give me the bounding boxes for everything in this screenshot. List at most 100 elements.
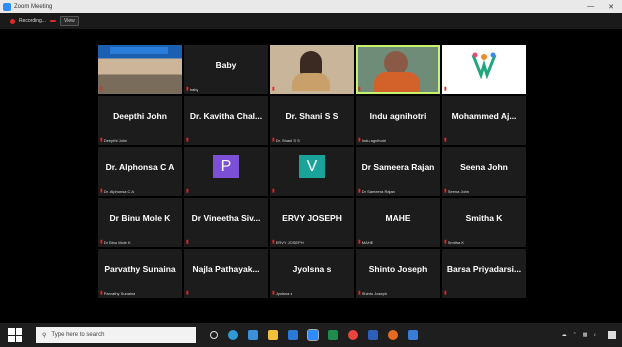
minimize-button[interactable]: — [587, 3, 594, 11]
participant-name: Baby [215, 60, 237, 70]
video-feed [110, 47, 168, 54]
participant-tile[interactable]: Seena John ▮ Seena John [442, 147, 526, 196]
participant-tile[interactable]: Dr. Kavitha Chal... ▮ [184, 96, 268, 145]
participant-tile[interactable]: ▮ [98, 45, 182, 94]
participant-tile[interactable]: Jyolsna s ▮ Jyolsna s [270, 249, 354, 298]
network-icon[interactable]: ▩ [583, 332, 588, 338]
participant-nametag: ▮ [186, 188, 190, 194]
muted-mic-icon: ▮ [272, 188, 275, 194]
participant-tile[interactable]: MAHE ▮ MAHE [356, 198, 440, 247]
participant-nametag: ▮ Shinto Joseph [358, 290, 387, 296]
participant-nametag: ▮ MAHE [358, 239, 373, 245]
participant-nametag: ▮ Dr Sameera Rajan [358, 188, 395, 194]
participant-name: Seena John [460, 162, 508, 172]
muted-mic-icon: ▮ [186, 290, 189, 296]
participant-tag-label: baby [189, 86, 199, 92]
task-view-icon[interactable] [210, 331, 218, 339]
zoom-taskbar-icon[interactable] [307, 329, 319, 341]
file-explorer-icon[interactable] [268, 330, 278, 340]
status-badge[interactable] [49, 20, 56, 22]
muted-mic-icon: ▮ [100, 239, 103, 245]
participant-nametag: ▮ [358, 86, 362, 92]
word-icon[interactable] [368, 330, 378, 340]
participant-name: Najla Pathayak... [192, 264, 260, 274]
organization-logo-icon [471, 52, 497, 79]
photos-icon[interactable] [408, 330, 418, 340]
search-icon: ⚲ [42, 332, 47, 339]
participant-nametag: ▮ Dr. Shani S S [272, 137, 300, 143]
muted-mic-icon: ▮ [186, 188, 189, 194]
participant-tile[interactable]: Mohammed Aj... ▮ [442, 96, 526, 145]
participant-tile[interactable]: Smitha K ▮ Smitha K [442, 198, 526, 247]
mail-icon[interactable] [288, 330, 298, 340]
windows-taskbar: ⚲ Type here to search ☁ ⌃ ▩ ♪ [0, 323, 622, 347]
avatar: V [299, 155, 325, 178]
participant-tile[interactable]: ERVY JOSEPH ▮ ERVY JOSEPH [270, 198, 354, 247]
participant-tile[interactable]: Dr Vineetha Siv... ▮ [184, 198, 268, 247]
muted-mic-icon: ▮ [272, 239, 275, 245]
muted-mic-icon: ▮ [444, 239, 447, 245]
participant-tile[interactable]: Shinto Joseph ▮ Shinto Joseph [356, 249, 440, 298]
participant-name: MAHE [385, 213, 411, 223]
edge-icon[interactable] [228, 330, 238, 340]
windows-start-icon[interactable] [8, 328, 22, 342]
participant-tile[interactable]: Dr Binu Mole K ▮ Dr Binu Mole K [98, 198, 182, 247]
participant-tag-label: Jyolsna s [275, 290, 293, 296]
participant-tile[interactable]: Dr. Alphonsa C A ▮ Dr. Alphonsa C A [98, 147, 182, 196]
participant-tile[interactable]: V ▮ [270, 147, 354, 196]
participant-name: Shinto Joseph [368, 264, 428, 274]
participant-nametag: ▮ [100, 86, 104, 92]
muted-mic-icon: ▮ [100, 137, 103, 143]
muted-mic-icon: ▮ [186, 86, 189, 92]
participant-tile[interactable]: ▮ [442, 45, 526, 94]
window-title: Zoom Meeting [14, 3, 53, 10]
chevron-up-icon[interactable]: ⌃ [573, 332, 577, 338]
chrome-icon[interactable] [348, 330, 358, 340]
participant-tile[interactable]: Dr. Shani S S ▮ Dr. Shani S S [270, 96, 354, 145]
cloud-icon[interactable]: ☁ [562, 332, 567, 338]
participant-tag-label: Shinto Joseph [361, 290, 388, 296]
participant-tile[interactable]: Deepthi John ▮ Deepthi John [98, 96, 182, 145]
participant-tile[interactable]: Najla Pathayak... ▮ [184, 249, 268, 298]
muted-mic-icon: ▮ [272, 86, 275, 92]
participant-nametag: ▮ Seena John [444, 188, 469, 194]
store-icon[interactable] [248, 330, 258, 340]
taskbar-search-input[interactable]: ⚲ Type here to search [36, 327, 196, 343]
participant-name: Dr Binu Mole K [109, 213, 171, 223]
participant-tag-label: Smitha K [447, 239, 464, 245]
recording-icon [10, 18, 15, 24]
muted-mic-icon: ▮ [358, 137, 361, 143]
notification-icon[interactable] [608, 331, 616, 339]
participant-nametag: ▮ ERVY JOSEPH [272, 239, 304, 245]
avatar: P [213, 155, 239, 178]
participant-tile[interactable]: ▮ [270, 45, 354, 94]
participant-name: Dr. Shani S S [285, 111, 339, 121]
muted-mic-icon: ▮ [186, 239, 189, 245]
close-button[interactable]: ✕ [608, 3, 614, 11]
recording-bar: Recording... View [0, 13, 622, 29]
zoom-app-icon [3, 2, 11, 11]
volume-icon[interactable]: ♪ [594, 332, 597, 338]
participant-tile[interactable]: P ▮ [184, 147, 268, 196]
muted-mic-icon: ▮ [358, 188, 361, 194]
participant-tile[interactable]: Baby ▮ baby [184, 45, 268, 94]
participant-name: Mohammed Aj... [451, 111, 517, 121]
participant-name: Dr Vineetha Siv... [191, 213, 261, 223]
participant-tile[interactable]: ▮ [356, 45, 440, 94]
muted-mic-icon: ▮ [100, 86, 103, 92]
participant-nametag: ▮ Parvathy Sunaina [100, 290, 135, 296]
firefox-icon[interactable] [388, 330, 398, 340]
participant-name: Jyolsna s [292, 264, 332, 274]
participant-nametag: ▮ Indu agnihotri [358, 137, 386, 143]
participant-tile[interactable]: Dr Sameera Rajan ▮ Dr Sameera Rajan [356, 147, 440, 196]
participant-tag-label: Deepthi John [103, 137, 128, 143]
excel-icon[interactable] [328, 330, 338, 340]
participant-tile[interactable]: Indu agnihotri ▮ Indu agnihotri [356, 96, 440, 145]
participant-tag-label: Dr Sameera Rajan [361, 188, 395, 194]
participant-name: Smitha K [465, 213, 503, 223]
participant-tile[interactable]: Barsa Priyadarsi... ▮ [442, 249, 526, 298]
participant-tile[interactable]: Parvathy Sunaina ▮ Parvathy Sunaina [98, 249, 182, 298]
view-button[interactable]: View [59, 16, 79, 26]
participant-nametag: ▮ Dr. Alphonsa C A [100, 188, 134, 194]
taskbar-apps [210, 329, 418, 341]
